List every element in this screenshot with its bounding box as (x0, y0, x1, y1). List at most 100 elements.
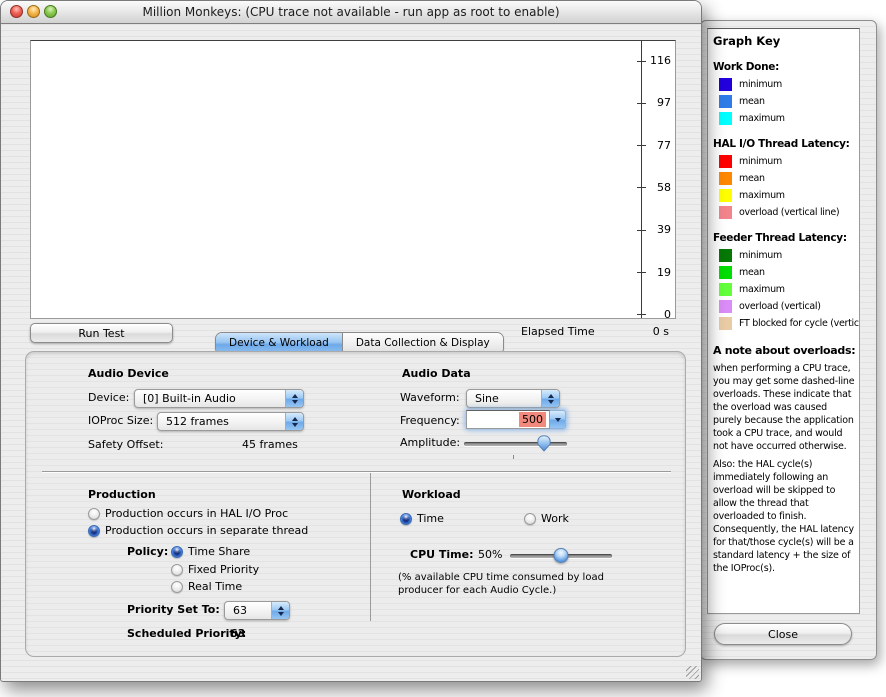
cpu-time-slider-thumb[interactable] (554, 548, 569, 563)
popup-arrows-icon (285, 390, 303, 407)
run-test-button[interactable]: Run Test (30, 323, 173, 343)
key-item: mean (719, 95, 856, 108)
frequency-field[interactable]: 500 (466, 410, 550, 429)
audio-device-heading: Audio Device (88, 367, 169, 381)
y-tick: 97 (637, 97, 671, 109)
production-heading: Production (88, 488, 156, 502)
device-popup[interactable]: [0] Built-in Audio (134, 389, 304, 408)
key-item-label: FT blocked for cycle (vertical) (739, 318, 860, 329)
key-item: mean (719, 172, 856, 185)
key-item-label: minimum (739, 250, 782, 261)
frequency-combo: 500 (466, 410, 566, 429)
color-swatch-icon (719, 112, 732, 125)
slider-tick-mark (513, 455, 514, 459)
popup-arrows-icon (271, 602, 289, 619)
frequency-dropdown-button[interactable] (550, 410, 566, 429)
y-tick: 19 (637, 267, 671, 279)
window-title: Million Monkeys: (CPU trace not availabl… (1, 5, 701, 19)
priority-popup[interactable]: 63 (224, 601, 290, 620)
elapsed-time-label: Elapsed Time (521, 325, 595, 339)
overload-note-paragraph-2: Also: the HAL cycle(s) immediately follo… (713, 458, 856, 575)
y-tick: 116 (637, 55, 671, 67)
scheduled-priority-label: Scheduled Priority: (127, 627, 246, 641)
color-swatch-icon (719, 95, 732, 108)
key-item: minimum (719, 155, 856, 168)
production-thread-radio[interactable] (88, 525, 100, 537)
color-swatch-icon (719, 172, 732, 185)
production-hal-radio[interactable] (88, 508, 100, 520)
key-section-heading: Work Done: (713, 61, 856, 73)
policy-real-time-label[interactable]: Real Time (188, 580, 242, 594)
workload-time-radio[interactable] (400, 513, 412, 525)
color-swatch-icon (719, 266, 732, 279)
color-swatch-icon (719, 317, 732, 330)
key-item-label: overload (vertical) (739, 301, 821, 312)
key-item-label: mean (739, 96, 765, 107)
resize-grip[interactable] (686, 666, 699, 679)
workload-time-label[interactable]: Time (417, 512, 444, 526)
cpu-time-label: CPU Time: (410, 548, 474, 562)
amplitude-slider-thumb[interactable] (537, 435, 552, 452)
safety-offset-value: 45 frames (242, 438, 298, 452)
key-item: mean (719, 266, 856, 279)
workload-work-radio[interactable] (524, 513, 536, 525)
key-item: overload (vertical line) (719, 206, 856, 219)
frequency-value: 500 (519, 412, 546, 427)
popup-arrows-icon (541, 390, 559, 407)
section-divider-horizontal (42, 471, 671, 473)
priority-set-to-label: Priority Set To: (127, 603, 220, 617)
main-window: Million Monkeys: (CPU trace not availabl… (0, 0, 702, 682)
key-item-label: mean (739, 267, 765, 278)
key-item: maximum (719, 112, 856, 125)
key-section-heading: HAL I/O Thread Latency: (713, 138, 856, 150)
frequency-label: Frequency: (400, 414, 460, 428)
color-swatch-icon (719, 249, 732, 262)
policy-fixed-priority-label[interactable]: Fixed Priority (188, 563, 259, 577)
overload-note-paragraph-1: when performing a CPU trace, you may get… (713, 362, 856, 453)
graph-key-title: Graph Key (713, 34, 856, 48)
color-swatch-icon (719, 78, 732, 91)
amplitude-label: Amplitude: (400, 436, 460, 450)
priority-popup-value: 63 (225, 604, 271, 617)
key-item-label: minimum (739, 156, 782, 167)
y-tick: 39 (637, 224, 671, 236)
safety-offset-label: Safety Offset: (88, 438, 163, 452)
waveform-label: Waveform: (400, 391, 460, 405)
amplitude-slider[interactable] (464, 442, 567, 446)
y-tick: 77 (637, 140, 671, 152)
policy-time-share-label[interactable]: Time Share (188, 545, 250, 559)
audio-data-heading: Audio Data (402, 367, 471, 381)
key-item-label: maximum (739, 284, 785, 295)
key-item-label: minimum (739, 79, 782, 90)
workload-work-label[interactable]: Work (541, 512, 569, 526)
key-item: maximum (719, 283, 856, 296)
key-section-heading: Feeder Thread Latency: (713, 232, 856, 244)
key-item-label: maximum (739, 190, 785, 201)
close-button[interactable]: Close (714, 623, 852, 645)
device-popup-value: [0] Built-in Audio (135, 392, 285, 405)
ioproc-size-popup-value: 512 frames (158, 415, 285, 428)
policy-fixed-priority-radio[interactable] (171, 564, 183, 576)
policy-label: Policy: (127, 545, 168, 559)
ioproc-size-label: IOProc Size: (88, 414, 153, 428)
elapsed-time-value: 0 s (621, 325, 669, 339)
waveform-popup-value: Sine (467, 392, 541, 405)
cpu-time-note: (% available CPU time consumed by load p… (398, 571, 610, 597)
cpu-time-slider[interactable] (510, 554, 612, 558)
cpu-time-value: 50% (478, 548, 502, 562)
graph-key-box: Graph Key Work Done: minimum mean maximum HA… (707, 28, 860, 614)
production-hal-label[interactable]: Production occurs in HAL I/O Proc (105, 507, 288, 521)
policy-time-share-radio[interactable] (171, 546, 183, 558)
color-swatch-icon (719, 283, 732, 296)
scheduled-priority-value: 63 (230, 627, 245, 641)
key-item: maximum (719, 189, 856, 202)
production-thread-label[interactable]: Production occurs in separate thread (105, 524, 308, 538)
waveform-popup[interactable]: Sine (466, 389, 560, 408)
key-item-label: overload (vertical line) (739, 207, 839, 218)
title-bar[interactable]: Million Monkeys: (CPU trace not availabl… (1, 1, 701, 24)
overload-note-heading: A note about overloads: (713, 344, 856, 357)
ioproc-size-popup[interactable]: 512 frames (157, 412, 304, 431)
desktop: Graph Key Work Done: minimum mean maximum HA… (0, 0, 886, 697)
policy-real-time-radio[interactable] (171, 581, 183, 593)
key-item: minimum (719, 249, 856, 262)
